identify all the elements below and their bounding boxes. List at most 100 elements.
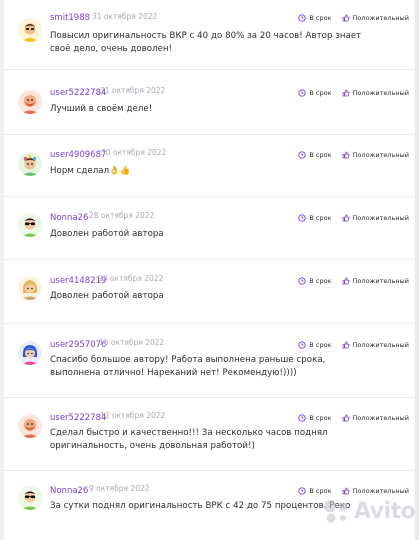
positive-badge: Положительный: [342, 487, 409, 495]
avatar-blonde-icon[interactable]: [18, 276, 42, 300]
avatar-yellow-shirt-icon[interactable]: [18, 18, 42, 42]
on-time-label: В срок: [309, 414, 332, 422]
clock-icon: [298, 341, 307, 349]
review-item: smit1988 31 октября 2022 В срок Положите…: [4, 0, 415, 62]
positive-label: Положительный: [352, 341, 409, 349]
avito-watermark-text: Avito: [354, 498, 415, 524]
on-time-label: В срок: [309, 277, 332, 285]
review-username[interactable]: smit1988: [50, 13, 90, 23]
review-date: 30 октября 2022: [101, 148, 167, 157]
on-time-badge: В срок: [298, 151, 332, 159]
on-time-badge: В срок: [298, 277, 332, 285]
thumbs-up-icon: [342, 341, 350, 349]
on-time-label: В срок: [309, 487, 332, 495]
on-time-label: В срок: [309, 214, 332, 222]
review-badges: В срок Положительный: [298, 214, 409, 222]
review-badges: В срок Положительный: [298, 414, 409, 422]
positive-badge: Положительный: [342, 414, 409, 422]
positive-label: Положительный: [352, 89, 409, 97]
thumbs-up-icon: [342, 487, 350, 495]
clock-icon: [298, 414, 307, 422]
positive-badge: Положительный: [342, 214, 409, 222]
review-date: 23 октября 2022: [98, 274, 164, 283]
review-badges: В срок Положительный: [298, 151, 409, 159]
review-text: Доволен работой автора: [50, 291, 164, 301]
divider: [4, 196, 415, 197]
positive-badge: Положительный: [342, 89, 409, 97]
review-item: user4909687 30 октября 2022 В срок Полож…: [4, 142, 415, 204]
review-badges: В срок Положительный: [298, 14, 409, 22]
divider: [4, 69, 415, 70]
review-badges: В срок Положительный: [298, 89, 409, 97]
divider: [4, 470, 415, 471]
review-text: Спасибо большое автору! Работа выполнена…: [50, 355, 326, 378]
on-time-badge: В срок: [298, 341, 332, 349]
review-text: Лучший в своём деле!: [50, 104, 153, 114]
clock-icon: [298, 214, 307, 222]
on-time-label: В срок: [309, 151, 332, 159]
on-time-label: В срок: [309, 341, 332, 349]
positive-label: Положительный: [352, 487, 409, 495]
divider: [4, 134, 415, 135]
review-date: 31 октября 2022: [100, 86, 166, 95]
review-date: 28 октября 2022: [89, 211, 155, 220]
positive-label: Положительный: [352, 151, 409, 159]
thumbs-up-icon: [342, 214, 350, 222]
positive-label: Положительный: [352, 277, 409, 285]
avatar-orange-beard-icon[interactable]: [18, 414, 42, 438]
avatar-orange-beard-icon[interactable]: [18, 90, 42, 114]
review-text: За сутки поднял оригинальность ВРК с 42 …: [50, 501, 350, 511]
avatar-sunglasses-icon[interactable]: [18, 213, 42, 237]
review-text: Сделал быстро и качественно!!! За нескол…: [50, 428, 328, 451]
review-username[interactable]: user5222784: [50, 88, 106, 98]
clock-icon: [298, 14, 307, 22]
on-time-badge: В срок: [298, 214, 332, 222]
thumbs-up-icon: [342, 414, 350, 422]
on-time-badge: В срок: [298, 89, 332, 97]
review-username[interactable]: user4909687: [50, 150, 106, 160]
review-username[interactable]: Nonna26: [50, 486, 88, 496]
review-text: Доволен работой автора: [50, 229, 164, 239]
on-time-badge: В срок: [298, 414, 332, 422]
review-username[interactable]: user2957076: [50, 340, 106, 350]
review-badges: В срок Положительный: [298, 341, 409, 349]
divider: [4, 397, 415, 398]
thumbs-up-icon: [342, 89, 350, 97]
on-time-label: В срок: [309, 89, 332, 97]
positive-label: Положительный: [352, 414, 409, 422]
review-item: user4148219 23 октября 2022 В срок Полож…: [4, 268, 415, 330]
review-badges: В срок Положительный: [298, 277, 409, 285]
positive-badge: Положительный: [342, 14, 409, 22]
clock-icon: [298, 277, 307, 285]
review-username[interactable]: Nonna26: [50, 213, 88, 223]
positive-badge: Положительный: [342, 151, 409, 159]
divider: [4, 323, 415, 324]
clock-icon: [298, 151, 307, 159]
review-username[interactable]: user5222784: [50, 413, 106, 423]
avatar-blue-hair-icon[interactable]: [18, 341, 42, 365]
thumbs-up-icon: [342, 14, 350, 22]
avatar-sunglasses-icon[interactable]: [18, 486, 42, 510]
on-time-badge: В срок: [298, 487, 332, 495]
review-item: user2957076 16 октября 2022 В срок Полож…: [4, 332, 415, 394]
review-date: 31 октября 2022: [92, 12, 158, 21]
review-text: Норм сделал👌👍: [50, 166, 131, 176]
review-item: user5222784 31 октября 2022 В срок Полож…: [4, 80, 415, 142]
avito-watermark: Avito: [322, 498, 415, 524]
review-date: 16 октября 2022: [99, 338, 165, 347]
positive-badge: Положительный: [342, 277, 409, 285]
thumbs-up-icon: [342, 277, 350, 285]
on-time-label: В срок: [309, 14, 332, 22]
positive-label: Положительный: [352, 214, 409, 222]
clock-icon: [298, 487, 307, 495]
review-badges: В срок Положительный: [298, 487, 409, 495]
clock-icon: [298, 89, 307, 97]
review-text: Повысил оригинальность ВКР с 40 до 80% з…: [50, 31, 362, 54]
thumbs-up-icon: [342, 151, 350, 159]
positive-badge: Положительный: [342, 341, 409, 349]
review-date: 9 октября 2022: [89, 484, 150, 493]
review-item: Nonna26 28 октября 2022 В срок Положител…: [4, 205, 415, 267]
review-date: 12 октября 2022: [100, 411, 166, 420]
avatar-flower-crown-icon[interactable]: [18, 152, 42, 176]
page-edge: [415, 0, 419, 540]
